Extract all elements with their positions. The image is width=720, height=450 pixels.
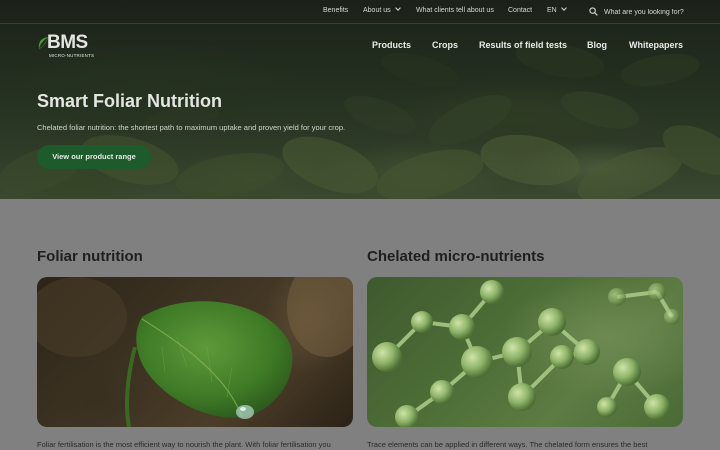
- topnav-contact[interactable]: Contact: [508, 7, 532, 14]
- leaf-with-droplet-image[interactable]: [37, 277, 353, 427]
- topnav-benefits[interactable]: Benefits: [323, 7, 348, 14]
- top-utility-bar: Benefits About us What clients tell abou…: [0, 0, 720, 24]
- nav-field-test-results[interactable]: Results of field tests: [479, 40, 567, 50]
- logo-tagline: MICRO-NUTRIENTS: [49, 53, 95, 58]
- logo-wordmark: BMS: [47, 32, 88, 53]
- nav-products[interactable]: Products: [372, 40, 411, 50]
- topnav-testimonials[interactable]: What clients tell about us: [416, 7, 494, 14]
- search-icon[interactable]: [589, 7, 598, 16]
- nav-crops[interactable]: Crops: [432, 40, 458, 50]
- hero-title: Smart Foliar Nutrition: [37, 91, 223, 111]
- topnav-about-us[interactable]: About us: [363, 5, 401, 14]
- foliar-nutrition-text: Foliar fertilisation is the most efficie…: [37, 440, 331, 449]
- molecule-illustration: [372, 280, 680, 427]
- hero-subtitle: Chelated foliar nutrition: the shortest …: [37, 123, 346, 132]
- view-product-range-button[interactable]: View our product range: [37, 145, 151, 169]
- search-box: [589, 6, 709, 18]
- hero-banner: Benefits About us What clients tell abou…: [0, 0, 720, 199]
- nav-whitepapers[interactable]: Whitepapers: [629, 40, 683, 50]
- leaf-illustration: [37, 277, 353, 427]
- nav-blog[interactable]: Blog: [587, 40, 607, 50]
- molecule-image[interactable]: [367, 277, 683, 427]
- brand-logo[interactable]: BMS MICRO-NUTRIENTS: [37, 33, 109, 59]
- chevron-down-icon: [394, 5, 401, 11]
- section-title-chelated-micronutrients: Chelated micro-nutrients: [367, 248, 545, 265]
- chelated-micronutrients-text: Trace elements can be applied in differe…: [367, 440, 648, 449]
- language-selector[interactable]: EN: [547, 5, 567, 14]
- language-selector-label: EN: [547, 7, 557, 14]
- search-input[interactable]: [604, 6, 704, 18]
- chevron-down-icon: [560, 5, 567, 11]
- section-title-foliar-nutrition: Foliar nutrition: [37, 248, 143, 265]
- topnav-about-us-label: About us: [363, 7, 391, 14]
